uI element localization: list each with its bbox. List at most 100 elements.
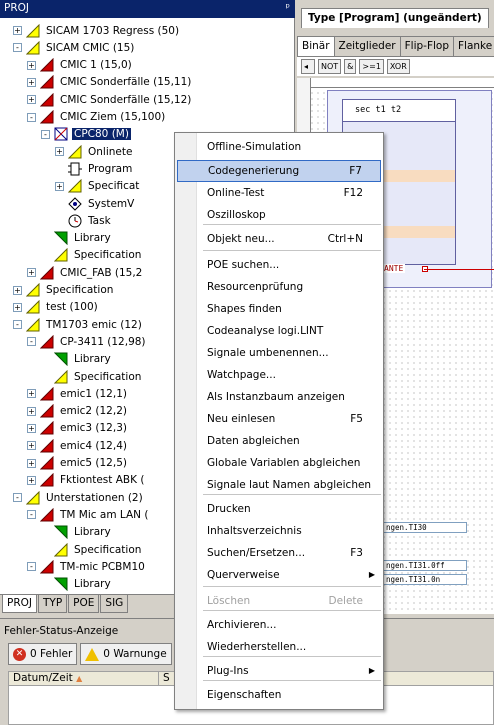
menu-item-plug-ins[interactable]: Plug-Ins ▶ xyxy=(177,660,381,682)
expand-icon[interactable]: + xyxy=(13,285,22,295)
menu-item-signale-laut-namen-abgleichen[interactable]: Signale laut Namen abgleichen xyxy=(177,474,381,496)
tree-item[interactable]: Task xyxy=(55,212,113,229)
signal-box[interactable]: ngen.TI31.0n xyxy=(383,574,467,585)
menu-item-shapes-finden[interactable]: Shapes finden xyxy=(177,298,381,320)
tree-item[interactable]: + emic5 (12,5) xyxy=(27,455,129,472)
menu-item-poe-suchen[interactable]: POE suchen... xyxy=(177,254,381,276)
tree-item[interactable]: + emic4 (12,4) xyxy=(27,437,129,454)
tree-item[interactable]: - SICAM CMIC (15) xyxy=(13,39,136,56)
menu-item-objekt-neu[interactable]: Objekt neu... Ctrl+N xyxy=(177,228,381,250)
pin-icon[interactable]: ᵖ xyxy=(286,2,291,14)
errors-filter-button[interactable]: ✕ 0 Fehler xyxy=(8,643,78,665)
collapse-icon[interactable]: - xyxy=(13,493,22,503)
collapse-icon[interactable]: - xyxy=(13,43,22,53)
menu-item-wiederherstellen[interactable]: Wiederherstellen... xyxy=(177,636,381,658)
expand-icon[interactable]: + xyxy=(27,458,36,468)
menu-item-oszilloskop[interactable]: Oszilloskop xyxy=(177,204,381,226)
expand-icon[interactable]: + xyxy=(27,268,36,278)
menu-item-neu-einlesen[interactable]: Neu einlesen F5 xyxy=(177,408,381,430)
tree-item[interactable]: + emic1 (12,1) xyxy=(27,385,129,402)
menu-item-codegenerierung[interactable]: Codegenerierung F7 xyxy=(177,160,381,182)
tab-typ[interactable]: TYP xyxy=(38,595,68,613)
tree-item[interactable]: + CMIC Sonderfälle (15,11) xyxy=(27,74,193,91)
expand-icon[interactable]: + xyxy=(27,77,36,87)
menu-item-eigenschaften[interactable]: Eigenschaften xyxy=(177,684,381,706)
and-gate-button[interactable]: & xyxy=(344,59,357,74)
tree-item[interactable]: Specification xyxy=(41,368,143,385)
tree-item[interactable]: - Unterstationen (2) xyxy=(13,489,145,506)
tree-item[interactable]: Specification xyxy=(41,247,143,264)
collapse-icon[interactable]: - xyxy=(27,510,36,520)
menu-item-signale-umbenennen[interactable]: Signale umbenennen... xyxy=(177,342,381,364)
menu-item-als-instanzbaum-anzeigen[interactable]: Als Instanzbaum anzeigen xyxy=(177,386,381,408)
menu-item-watchpage[interactable]: Watchpage... xyxy=(177,364,381,386)
tab-sig[interactable]: SIG xyxy=(100,595,129,613)
tree-item[interactable]: - TM1703 emic (12) xyxy=(13,316,144,333)
tree-item[interactable]: + Specification xyxy=(13,282,115,299)
menu-item-suchen-ersetzen[interactable]: Suchen/Ersetzen... F3 xyxy=(177,542,381,564)
tree-item[interactable]: Library xyxy=(41,524,113,541)
menu-item-drucken[interactable]: Drucken xyxy=(177,498,381,520)
tree-item[interactable]: Program xyxy=(55,160,134,177)
expand-icon[interactable]: + xyxy=(27,475,36,485)
tab-poe[interactable]: POE xyxy=(68,595,100,613)
tree-item[interactable]: Specification xyxy=(41,541,143,558)
collapse-icon[interactable]: - xyxy=(27,562,36,572)
tree-item[interactable]: SystemV xyxy=(55,195,136,212)
tree-item[interactable]: + emic3 (12,3) xyxy=(27,420,129,437)
tree-item[interactable]: - CPC80 (M) xyxy=(41,126,131,143)
menu-item-offline-simulation[interactable]: Offline-Simulation xyxy=(177,136,381,158)
menu-item-resourcenprüfung[interactable]: Resourcenprüfung xyxy=(177,276,381,298)
signal-box[interactable]: ngen.TI31.0ff xyxy=(383,560,467,571)
tab-binaer[interactable]: Binär xyxy=(297,36,335,56)
tree-item[interactable]: - TM Mic am LAN ( xyxy=(27,506,150,523)
tree-item[interactable]: + CMIC_FAB (15,2 xyxy=(27,264,144,281)
expand-icon[interactable]: + xyxy=(13,26,22,35)
tree-item[interactable]: - TM-mic PCBM10 xyxy=(27,558,147,575)
tab-flipflop[interactable]: Flip-Flop xyxy=(399,36,454,56)
tree-item[interactable]: + test (100) xyxy=(13,299,100,316)
or-gate-button[interactable]: >=1 xyxy=(359,59,384,74)
tree-item[interactable]: Library xyxy=(41,351,113,368)
expand-icon[interactable]: + xyxy=(27,389,36,399)
expand-icon[interactable]: + xyxy=(55,181,64,191)
collapse-icon[interactable]: - xyxy=(27,112,36,122)
expand-icon[interactable]: + xyxy=(27,95,36,105)
menu-item-inhaltsverzeichnis[interactable]: Inhaltsverzeichnis xyxy=(177,520,381,542)
menu-item-querverweise[interactable]: Querverweise ▶ xyxy=(177,564,381,586)
xor-gate-button[interactable]: XOR xyxy=(386,59,410,74)
expand-icon[interactable]: + xyxy=(27,406,36,416)
signal-box[interactable]: ngen.TI30 xyxy=(383,522,467,533)
tree-item[interactable]: + CMIC Sonderfälle (15,12) xyxy=(27,91,193,108)
tree-item[interactable]: Library xyxy=(41,576,113,593)
expand-icon[interactable]: + xyxy=(27,60,36,70)
tree-item[interactable]: + SICAM 1703 Regress (50) xyxy=(13,22,181,39)
tree-item[interactable]: + CMIC 1 (15,0) xyxy=(27,57,134,74)
tab-flanke[interactable]: Flanke xyxy=(453,36,494,56)
expand-icon[interactable]: + xyxy=(27,441,36,451)
menu-item-daten-abgleichen[interactable]: Daten abgleichen xyxy=(177,430,381,452)
tab-proj[interactable]: PROJ xyxy=(2,595,37,613)
not-gate-button[interactable]: NOT xyxy=(318,59,342,74)
palette-scroll-icon[interactable]: ◂ xyxy=(301,59,315,74)
warnings-filter-button[interactable]: 0 Warnunge xyxy=(80,643,172,665)
tab-zeitglieder[interactable]: Zeitglieder xyxy=(333,36,401,56)
tree-item[interactable]: + Fktiontest ABK ( xyxy=(27,472,146,489)
expand-icon[interactable]: + xyxy=(27,423,36,433)
collapse-icon[interactable]: - xyxy=(13,320,22,330)
menu-item-online-test[interactable]: Online-Test F12 xyxy=(177,182,381,204)
column-header-date[interactable]: Datum/Zeit ▲ xyxy=(9,672,159,685)
tree-item[interactable]: + Specificat xyxy=(55,178,141,195)
collapse-icon[interactable]: - xyxy=(27,337,36,347)
expand-icon[interactable]: + xyxy=(13,302,22,312)
collapse-icon[interactable]: - xyxy=(41,129,50,139)
menu-item-codeanalyse-logi-lint[interactable]: Codeanalyse logi.LINT xyxy=(177,320,381,342)
tree-item[interactable]: + emic2 (12,2) xyxy=(27,403,129,420)
menu-item-archivieren[interactable]: Archivieren... xyxy=(177,614,381,636)
tree-item[interactable]: Library xyxy=(41,230,113,247)
variable-label[interactable]: ANTE xyxy=(382,264,406,273)
signal-wire[interactable] xyxy=(424,269,494,270)
tree-item[interactable]: + Onlinete xyxy=(55,143,134,160)
tree-item[interactable]: - CMIC Ziem (15,100) xyxy=(27,109,167,126)
tree-item[interactable]: - CP-3411 (12,98) xyxy=(27,333,148,350)
